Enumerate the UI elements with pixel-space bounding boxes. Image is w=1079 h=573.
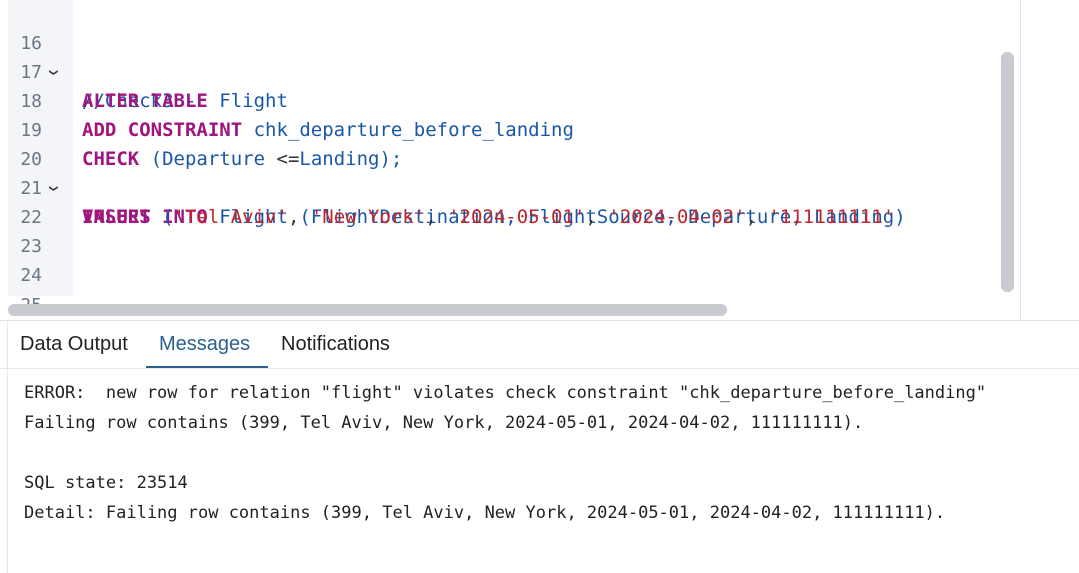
code-string: 'New York' (310, 206, 426, 228)
code-string: '2024-05-01' (448, 206, 586, 228)
code-line-18[interactable]: 18 ADD CONSTRAINT chk_departure_before_l… (0, 58, 574, 141)
code-punct: ( (162, 206, 174, 228)
tab-data-output[interactable]: Data Output (20, 333, 128, 356)
failing-row-message: Failing row contains (399, Tel Aviv, New… (24, 413, 864, 433)
code-identifier: chk_departure_before_landing (253, 119, 574, 141)
detail-message: Detail: Failing row contains (399, Tel A… (24, 503, 946, 523)
horizontal-scrollbar[interactable] (8, 304, 727, 316)
code-line-19[interactable]: 19 CHECK (Departure <=Landing); (0, 87, 402, 170)
code-keyword: ALTER TABLE (82, 90, 208, 112)
code-line-21[interactable]: 21 VALUES ('Tel Aviv', 'New York', '2024… (0, 145, 905, 228)
vertical-scrollbar[interactable] (1001, 52, 1014, 292)
code-string: '2024-04-02' (608, 206, 746, 228)
sql-editor[interactable]: 16 ❯ //Check3 - 17 ALTER TABLE Flight 18… (0, 0, 1020, 320)
tabs-divider (0, 368, 1079, 369)
code-identifier: (Departure (150, 148, 266, 170)
code-operator: <= (276, 148, 300, 170)
code-line-20[interactable]: 20 ❯ INSERT INTO Flight (FlightDestinati… (0, 116, 894, 228)
output-tabs: Data Output Messages Notifications (0, 321, 1079, 369)
sql-state-message: SQL state: 23514 (24, 473, 188, 493)
code-line-23[interactable]: 23 (0, 203, 46, 257)
code-keyword: CHECK (82, 148, 140, 170)
code-line-24[interactable]: 24 (0, 232, 46, 286)
code-line-17[interactable]: 17 ALTER TABLE Flight (0, 29, 288, 112)
code-identifier: Flight (219, 90, 288, 112)
tab-messages[interactable]: Messages (159, 333, 250, 356)
code-string: '111111111' (768, 206, 895, 228)
code-line-16[interactable]: 16 ❯ //Check3 - (0, 0, 196, 112)
code-punct: ) (894, 206, 906, 228)
code-line-25[interactable]: 25 (0, 262, 46, 316)
tab-notifications[interactable]: Notifications (281, 333, 390, 356)
editor-right-border (1020, 0, 1021, 320)
error-message: ERROR: new row for relation "flight" vio… (24, 383, 987, 403)
code-line-22[interactable]: 22 (0, 174, 46, 228)
code-keyword: VALUES (82, 206, 151, 228)
code-string: 'Tel Aviv' (173, 206, 288, 228)
code-keyword: ADD CONSTRAINT (82, 119, 243, 141)
code-identifier: Landing); (299, 148, 403, 170)
